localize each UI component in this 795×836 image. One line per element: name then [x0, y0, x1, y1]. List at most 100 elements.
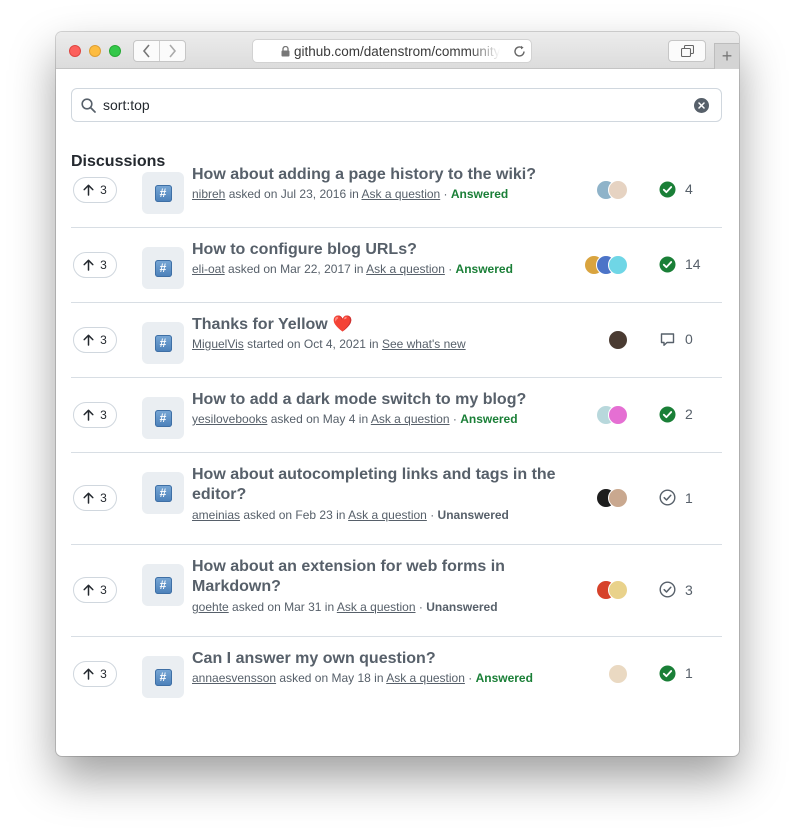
close-window-button[interactable]: [69, 45, 81, 57]
heart-emoji: ❤️: [332, 316, 353, 333]
discussion-title[interactable]: How about adding a page history to the w…: [192, 165, 567, 185]
reply-status: 4: [659, 181, 699, 198]
discussion-title[interactable]: How about an extension for web forms in …: [192, 557, 567, 597]
reply-count: 4: [685, 181, 693, 197]
discussion-meta: goehte asked on Mar 31 in Ask a question…: [192, 600, 498, 614]
comment-icon: [660, 332, 675, 346]
reply-count: 1: [685, 665, 693, 681]
meta-verb: asked on: [279, 671, 329, 685]
author-link[interactable]: yesilovebooks: [192, 412, 267, 426]
upvote-count: 3: [100, 257, 107, 272]
discussion-meta: MiguelVis started on Oct 4, 2021 in See …: [192, 337, 466, 351]
upvote-button[interactable]: 3: [73, 251, 117, 278]
avatar[interactable]: [608, 488, 628, 508]
upvote-button[interactable]: 3: [73, 176, 117, 203]
participant-avatars: [596, 404, 628, 425]
category-link[interactable]: Ask a question: [371, 412, 450, 426]
discussion-title[interactable]: Can I answer my own question?: [192, 649, 567, 669]
discussion-meta: yesilovebooks asked on May 4 in Ask a qu…: [192, 412, 518, 426]
category-link[interactable]: Ask a question: [337, 600, 416, 614]
search-bar[interactable]: [71, 88, 722, 122]
discussion-title[interactable]: Thanks for Yellow ❤️: [192, 315, 567, 335]
avatar[interactable]: [608, 580, 628, 600]
author-link[interactable]: MiguelVis: [192, 337, 244, 351]
category-link[interactable]: Ask a question: [348, 508, 427, 522]
upvote-button[interactable]: 3: [73, 326, 117, 353]
new-tab-button[interactable]: +: [714, 43, 739, 69]
discussion-title-text: How to configure blog URLs?: [192, 241, 417, 258]
lock-icon: [281, 45, 290, 57]
reply-status: 3: [659, 581, 699, 598]
minimize-window-button[interactable]: [89, 45, 101, 57]
arrow-up-icon: [83, 334, 94, 346]
avatar[interactable]: [608, 404, 628, 425]
category-link[interactable]: Ask a question: [386, 671, 465, 685]
author-link[interactable]: goehte: [192, 600, 229, 614]
hash-icon: #: [154, 334, 172, 352]
row-divider: [71, 452, 722, 453]
meta-in: in: [349, 187, 359, 201]
reply-status: 14: [659, 256, 701, 273]
avatar[interactable]: [608, 329, 628, 350]
avatar[interactable]: [608, 663, 628, 684]
show-tabs-button[interactable]: [668, 40, 706, 62]
category-link[interactable]: See what's new: [382, 337, 466, 351]
upvote-button[interactable]: 3: [73, 485, 117, 511]
arrow-up-icon: [83, 409, 94, 421]
discussion-title-text: Can I answer my own question?: [192, 650, 436, 667]
category-link[interactable]: Ask a question: [366, 262, 445, 276]
check-circle-filled-icon: [659, 665, 676, 681]
search-input[interactable]: [103, 97, 663, 113]
discussion-title[interactable]: How about autocompleting links and tags …: [192, 465, 567, 505]
discussion-title[interactable]: How to configure blog URLs?: [192, 240, 567, 260]
discussion-title[interactable]: How to add a dark mode switch to my blog…: [192, 390, 567, 410]
discussion-meta: ameinias asked on Feb 23 in Ask a questi…: [192, 508, 509, 522]
upvote-count: 3: [100, 182, 107, 197]
discussion-title-text: Thanks for Yellow: [192, 316, 328, 333]
reload-icon[interactable]: [513, 45, 526, 58]
category-link[interactable]: Ask a question: [362, 187, 441, 201]
back-button[interactable]: [134, 41, 159, 61]
meta-date: Jul 23, 2016: [280, 187, 347, 201]
reply-count: 0: [685, 331, 693, 347]
answer-state: Answered: [450, 187, 509, 201]
category-icon: #: [142, 172, 184, 214]
discussion-meta: annaesvensson asked on May 18 in Ask a q…: [192, 671, 533, 685]
hash-icon: #: [154, 409, 172, 427]
author-link[interactable]: nibreh: [192, 187, 225, 201]
author-link[interactable]: ameinias: [192, 508, 240, 522]
category-icon: #: [142, 397, 184, 439]
address-bar[interactable]: github.com/datenstrom/community: [252, 39, 532, 63]
meta-in: in: [369, 337, 379, 351]
discussion-title-text: How about autocompleting links and tags …: [192, 466, 556, 503]
arrow-up-icon: [83, 584, 94, 596]
forward-button[interactable]: [159, 41, 185, 61]
answer-state: Answered: [460, 412, 518, 426]
category-icon: #: [142, 322, 184, 364]
upvote-count: 3: [100, 332, 107, 347]
avatar[interactable]: [608, 254, 628, 275]
reply-status: 1: [659, 489, 699, 506]
answer-state: Answered: [475, 671, 533, 685]
author-link[interactable]: annaesvensson: [192, 671, 276, 685]
avatar[interactable]: [608, 179, 628, 200]
answer-state: Answered: [455, 262, 513, 276]
upvote-count: 3: [100, 407, 107, 422]
category-icon: #: [142, 656, 184, 698]
arrow-up-icon: [83, 259, 94, 271]
meta-verb: asked on: [232, 600, 281, 614]
section-title: Discussions: [71, 153, 166, 170]
upvote-button[interactable]: 3: [73, 660, 117, 687]
upvote-button[interactable]: 3: [73, 577, 117, 603]
author-link[interactable]: eli-oat: [192, 262, 225, 276]
meta-date: Oct 4, 2021: [303, 337, 366, 351]
upvote-button[interactable]: 3: [73, 401, 117, 428]
clear-search-icon[interactable]: [694, 97, 709, 113]
zoom-window-button[interactable]: [109, 45, 121, 57]
answer-state: Unanswered: [426, 600, 498, 614]
hash-icon: #: [154, 184, 172, 202]
meta-in: in: [336, 508, 346, 522]
arrow-up-icon: [83, 668, 94, 680]
check-circle-outline-icon: [659, 581, 676, 598]
meta-verb: asked on: [270, 412, 320, 426]
